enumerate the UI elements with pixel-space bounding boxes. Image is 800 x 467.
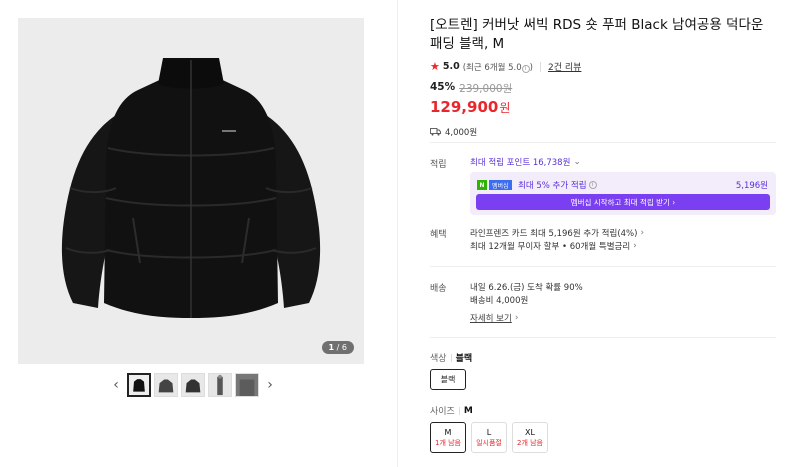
delivery-details-link[interactable]: 자세히 보기 › [470, 312, 518, 324]
thumbnail-2[interactable] [154, 373, 178, 397]
membership-badge: 멤버십 [489, 180, 512, 190]
product-main-image[interactable]: 1 / 6 [18, 18, 364, 364]
thumbnail-1[interactable] [127, 373, 151, 397]
thumbnail-3[interactable] [181, 373, 205, 397]
chevron-right-icon: › [514, 313, 519, 323]
installment-benefit-link[interactable]: 최대 12개월 무이자 할부 • 60개월 특별금리 › [470, 240, 637, 252]
column-divider [397, 0, 398, 467]
sale-price: 129,900 [430, 98, 499, 116]
membership-start-button[interactable]: 멤버십 시작하고 최대 적립 받기 › [476, 194, 770, 210]
points-label: 적립 [430, 160, 447, 170]
max-points-dropdown[interactable]: 최대 적립 포인트 16,738원 ⌄ [470, 156, 581, 168]
original-price: 239,000원 [459, 83, 513, 95]
color-option-label: 색상 블랙 [430, 351, 472, 364]
size-option-m[interactable]: M 1개 남음 [430, 422, 466, 453]
size-option-label: 사이즈 M [430, 405, 473, 418]
shipping-fee: 4,000원 [445, 128, 478, 138]
section-divider [430, 337, 776, 338]
extra-points-amount: 5,196원 [735, 181, 768, 191]
selected-color: 블랙 [455, 354, 473, 364]
info-icon[interactable]: i [588, 181, 597, 189]
benefits-label: 혜택 [430, 230, 447, 240]
rating-separator [539, 61, 541, 72]
shipping-fee-row: 4,000원 [430, 126, 776, 138]
discount-row: 45% 239,000원 [430, 81, 776, 96]
review-count-link[interactable]: 2건 리뷰 [548, 60, 581, 73]
npay-badge: N 멤버십 [477, 180, 512, 190]
jacket-image [18, 18, 364, 364]
delivery-fee: 배송비 4,000원 [470, 296, 529, 306]
thumbnail-5[interactable] [235, 373, 259, 397]
rating-row: ★ 5.0 (최근 6개월 5.0 i) 2건 리뷰 [430, 60, 776, 73]
prev-thumbnail-button[interactable]: ‹ [108, 373, 124, 397]
currency-unit: 원 [499, 101, 511, 115]
product-info: [오트렌] 커버낫 써빅 RDS 숏 푸퍼 Black 남여공용 덕다운 패딩 … [430, 16, 776, 138]
image-counter: 1 / 6 [321, 341, 354, 354]
chevron-down-icon: ⌄ [573, 157, 581, 167]
color-option-black[interactable]: 블랙 [430, 369, 466, 390]
star-icon: ★ [430, 60, 440, 73]
rating-score: 5.0 [442, 61, 460, 72]
rating-recent: (최근 6개월 5.0 i) [462, 62, 533, 73]
discount-rate: 45% [430, 81, 456, 93]
section-divider [430, 142, 776, 143]
chevron-right-icon: › [633, 241, 637, 251]
delivery-label: 배송 [430, 284, 447, 294]
size-option-xl[interactable]: XL 2개 남음 [512, 422, 548, 453]
thumbnail-4[interactable] [208, 373, 232, 397]
npay-n-icon: N [477, 180, 487, 190]
chevron-right-icon: › [640, 228, 645, 238]
thumbnail-strip: ‹ › [108, 373, 278, 397]
card-benefit-link[interactable]: 라인프렌즈 카드 최대 5,196원 추가 적립(4%) › [470, 227, 644, 239]
truck-icon [430, 128, 441, 136]
max-points-text: 최대 적립 포인트 16,738원 [470, 158, 571, 168]
delivery-eta: 내일 6.26.(금) 도착 확률 90% [470, 283, 583, 293]
chevron-right-icon: › [267, 377, 273, 393]
info-icon[interactable]: i [521, 64, 530, 73]
sale-price-row: 129,900 원 [430, 98, 776, 116]
membership-points-box: N 멤버십 최대 5% 추가 적립 i 5,196원 멤버십 시작하고 최대 적… [470, 172, 776, 215]
size-option-l[interactable]: L 일시품절 [471, 422, 507, 453]
product-title: [오트렌] 커버낫 써빅 RDS 숏 푸퍼 Black 남여공용 덕다운 패딩 … [430, 17, 764, 52]
chevron-left-icon: ‹ [113, 377, 119, 393]
next-thumbnail-button[interactable]: › [262, 373, 278, 397]
extra-points-text: 최대 5% 추가 적립 i [518, 179, 597, 191]
section-divider [430, 266, 776, 267]
selected-size: M [463, 405, 473, 416]
